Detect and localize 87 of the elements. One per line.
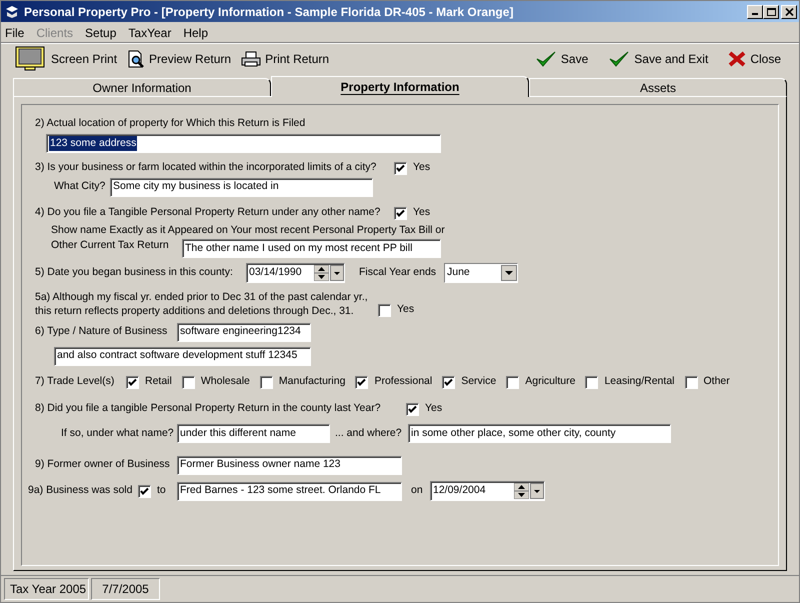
label: 3) Is your business or farm located within the incorporated limits of a city? [35,160,378,176]
tab[interactable]: Owner Information [13,78,271,96]
maximize-button[interactable] [763,4,779,18]
checkbox[interactable] [442,376,456,388]
checkbox-label: Retail [145,374,172,390]
input-field[interactable]: and also contract software development stuff 12345 [54,346,311,366]
toolbar-button[interactable]: Screen Print [15,46,118,72]
toolbar-button[interactable]: Print Return [241,50,330,68]
checkbox-label: Yes [397,302,414,318]
checkbox[interactable] [260,376,273,388]
input-field[interactable]: Some city my business is located in [110,178,373,196]
document-magnifier-icon [127,50,146,68]
label: this return reflects property additions and deletions through Dec., 31. [35,304,355,318]
label: Show name Exactly as it Appeared on Your most recent Personal Property Tax Bill or [51,223,446,238]
checkbox-label: Service [461,374,496,390]
checkbox-label: Yes [413,205,430,220]
toolbar-button[interactable]: Close [728,50,781,68]
dropdown[interactable]: June [444,263,518,283]
printer-icon [241,51,262,67]
date-field[interactable]: 12/09/2004 [430,481,545,501]
checkbox-label: Wholesale [200,374,250,390]
tab[interactable]: Assets [529,78,787,96]
label: If so, under what name? [61,426,175,441]
menu-item[interactable]: Setup [85,24,116,42]
checkmark-icon [534,50,557,68]
close-button[interactable] [781,4,797,18]
checkbox-label: Other [704,374,730,390]
cross-icon [728,50,746,68]
status-panel: 7/7/2005 [91,578,160,600]
label: What City? [54,179,106,194]
toolbar-button[interactable]: Save and Exit [608,50,708,68]
checkbox[interactable] [394,206,407,220]
app-icon [4,4,20,18]
spinner-icon [514,483,529,499]
toolbar-button[interactable]: Save [534,50,588,68]
input-field[interactable]: Former Business owner name 123 [177,456,402,474]
minimize-button[interactable] [747,4,763,18]
toolbar-button[interactable]: Preview Return [127,50,232,68]
input-field[interactable]: The other name I used on my most recent PP bill [182,239,441,258]
checkbox[interactable] [378,304,391,317]
checkbox[interactable] [355,376,368,388]
label: to [157,483,167,498]
tab[interactable]: Property Information [271,76,529,97]
input-field[interactable]: Fred Barnes - 123 some street. Orlando FL [177,482,402,500]
date-field[interactable]: 03/14/1990 [246,263,345,283]
label: 6) Type / Nature of Business [35,324,168,340]
label: on [411,483,424,498]
checkbox[interactable] [182,376,195,388]
checkbox[interactable] [138,484,151,498]
checkbox-label: Yes [413,160,430,176]
checkbox[interactable] [406,402,419,416]
label: ... and where? [335,426,403,441]
monitor-icon [15,46,47,72]
checkbox-label: Manufacturing [278,374,346,390]
checkbox-label: Yes [425,401,442,416]
checkbox[interactable] [126,376,139,388]
window-title: Personal Property Pro - [Property Information - Sample Florida DR-405 - Mark Orange] [24,4,514,20]
label: Other Current Tax Return [51,238,170,253]
input-field[interactable]: 123 some address [46,134,441,153]
checkbox-label: Agriculture [525,374,576,390]
label: 7) Trade Level(s) [35,374,116,390]
label: 5) Date you began business in this county: [35,265,234,280]
checkbox[interactable] [506,376,520,388]
input-field[interactable]: in some other place, some other city, county [408,424,671,443]
input-field[interactable]: under this different name [177,424,330,443]
minimize-icon [752,13,758,15]
checkbox-label: Professional [374,374,432,390]
input-field[interactable]: software engineering1234 [177,322,311,342]
close-icon [784,8,794,16]
label: 5a) Although my fiscal yr. ended prior to Dec 31 of the past calendar yr., [35,290,369,304]
checkbox[interactable] [394,162,407,174]
label: 9) Former owner of Business [35,457,171,472]
label: Fiscal Year ends [359,265,438,280]
checkmark-icon [608,50,630,68]
status-panel: Tax Year 2005 [4,578,89,600]
spinner-icon [314,265,329,281]
checkbox-label: Leasing/Rental [604,374,674,390]
label: 2) Actual location of property for Which this Return is Filed [35,116,306,132]
menu-item[interactable]: Help [183,24,208,42]
menu-item[interactable]: TaxYear [128,24,172,42]
label: 9a) Business was sold [28,483,134,498]
label: 4) Do you file a Tangible Personal Property Return under any other name? [35,205,382,220]
maximize-icon [766,8,776,16]
checkbox[interactable] [684,376,698,388]
label: 8) Did you file a tangible Personal Property Return in the county last Year? [35,401,382,416]
checkbox[interactable] [585,376,598,388]
menu-item[interactable]: File [5,24,24,42]
